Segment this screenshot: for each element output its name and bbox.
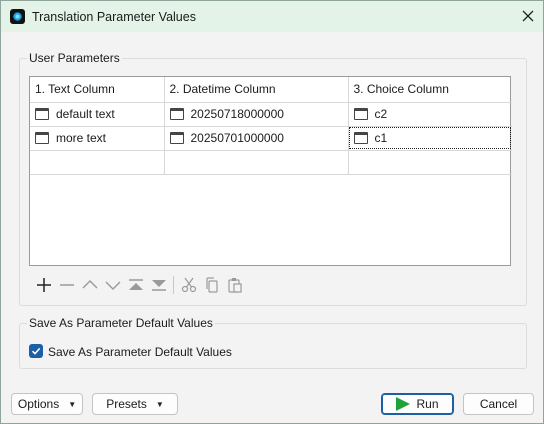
close-button[interactable] (515, 5, 541, 27)
cancel-button[interactable]: Cancel (463, 393, 534, 415)
text-field-icon (35, 132, 49, 144)
paste-button[interactable] (223, 275, 246, 295)
table-header-row: 1. Text Column 2. Datetime Column 3. Cho… (30, 77, 512, 103)
options-label: Options (17, 397, 60, 411)
title-bar: Translation Parameter Values (1, 1, 543, 32)
table-row-empty (30, 150, 512, 175)
plus-icon (36, 278, 51, 292)
table-cell[interactable]: default text (30, 102, 165, 127)
table-row: default text 20250718000000 c2 (30, 102, 512, 127)
text-field-icon (35, 108, 49, 120)
table-cell-selected[interactable]: c1 (348, 126, 512, 151)
move-up-button[interactable] (78, 275, 101, 295)
table-row: more text 20250701000000 c1 (30, 126, 512, 151)
app-icon (10, 9, 25, 24)
table-cell[interactable] (164, 150, 349, 175)
move-bottom-icon (151, 280, 166, 291)
presets-label: Presets (106, 397, 147, 411)
move-top-button[interactable] (124, 275, 147, 295)
move-top-icon (128, 279, 143, 290)
save-defaults-checkbox[interactable] (29, 344, 43, 358)
run-button[interactable]: Run (381, 393, 454, 415)
user-parameters-title: User Parameters (27, 51, 122, 65)
run-label: Run (416, 397, 439, 411)
add-row-button[interactable] (32, 275, 55, 295)
play-icon (396, 397, 411, 411)
table-cell[interactable]: 20250718000000 (164, 102, 349, 127)
parameters-table[interactable]: 1. Text Column 2. Datetime Column 3. Cho… (29, 76, 512, 266)
table-cell[interactable]: c2 (348, 102, 512, 127)
cut-button[interactable] (177, 275, 200, 295)
choice-field-icon (353, 132, 368, 144)
cut-icon (181, 277, 196, 293)
checkmark-icon (31, 347, 41, 355)
minus-icon (59, 284, 74, 286)
remove-row-button[interactable] (55, 275, 78, 295)
save-defaults-title: Save As Parameter Default Values (27, 316, 215, 330)
save-defaults-label[interactable]: Save As Parameter Default Values (48, 345, 232, 359)
move-up-icon (82, 280, 97, 289)
copy-button[interactable] (200, 275, 223, 295)
close-icon (522, 10, 534, 22)
options-button[interactable]: Options ▼ (11, 393, 83, 415)
move-bottom-button[interactable] (147, 275, 170, 295)
choice-field-icon (353, 108, 368, 120)
table-cell[interactable] (348, 150, 512, 175)
dropdown-arrow-icon: ▼ (155, 399, 164, 409)
datetime-field-icon (169, 108, 184, 120)
table-cell[interactable] (30, 150, 165, 175)
table-cell[interactable]: 20250701000000 (164, 126, 349, 151)
datetime-field-icon (169, 132, 184, 144)
column-header[interactable]: 2. Datetime Column (164, 77, 349, 103)
copy-icon (205, 277, 218, 293)
move-down-button[interactable] (101, 275, 124, 295)
dropdown-arrow-icon: ▼ (68, 399, 77, 409)
window-title: Translation Parameter Values (32, 10, 196, 24)
table-cell[interactable]: more text (30, 126, 165, 151)
presets-button[interactable]: Presets ▼ (92, 393, 178, 415)
column-header[interactable]: 1. Text Column (30, 77, 165, 103)
dialog-window: Translation Parameter Values User Parame… (0, 0, 544, 424)
move-down-icon (105, 281, 120, 290)
paste-icon (227, 278, 242, 293)
cancel-label: Cancel (479, 397, 518, 411)
table-toolbar (32, 275, 246, 295)
toolbar-divider (173, 276, 174, 294)
column-header[interactable]: 3. Choice Column (348, 77, 512, 103)
